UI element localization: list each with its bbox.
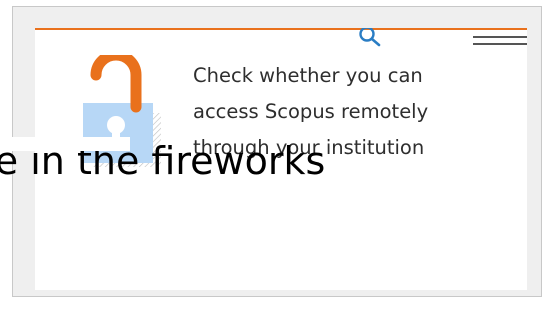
message-line-1: Check whether you can bbox=[193, 64, 423, 87]
message-line-2: access Scopus remotely bbox=[193, 100, 429, 123]
login-card-frame: Check whether you can access Scopus remo… bbox=[12, 6, 542, 297]
hamburger-menu-icon[interactable] bbox=[473, 30, 527, 46]
message-line-3: through your institution bbox=[193, 136, 425, 159]
accent-bar bbox=[35, 28, 527, 30]
remote-access-card: Check whether you can access Scopus remo… bbox=[35, 28, 527, 290]
search-icon[interactable] bbox=[358, 28, 382, 50]
unlocked-padlock-icon bbox=[83, 55, 161, 167]
remote-access-message[interactable]: Check whether you can access Scopus remo… bbox=[193, 58, 513, 166]
